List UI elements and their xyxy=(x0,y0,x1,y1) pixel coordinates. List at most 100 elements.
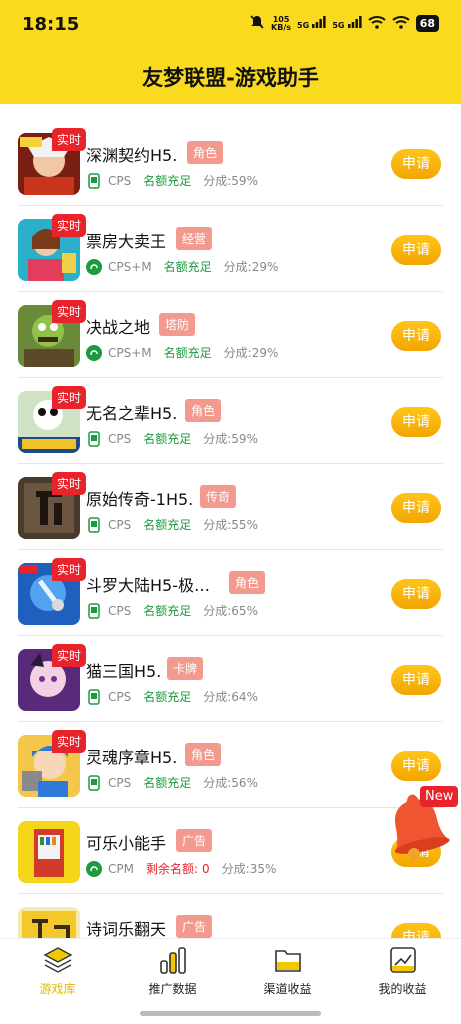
quota-status: 名额充足 xyxy=(143,604,192,618)
quota-status: 名额充足 xyxy=(143,174,192,188)
net-speed-unit: KB/s xyxy=(271,22,292,32)
share-rate: 分成:29% xyxy=(223,260,279,274)
live-badge: 实时 xyxy=(52,558,87,581)
status-time: 18:15 xyxy=(22,14,80,35)
tab-label: 游戏库 xyxy=(39,982,76,996)
live-badge: 实时 xyxy=(52,214,87,237)
phone-icon xyxy=(86,688,102,705)
list-item[interactable]: 实时 决战之地 塔防 CPS+M 名额充足 分成:29% 申请 xyxy=(0,292,461,378)
category-tag: 传奇 xyxy=(200,485,237,508)
channel-label: CPS xyxy=(108,173,132,188)
quota-remaining-label: 剩余名额: xyxy=(145,862,199,876)
wifi-icon xyxy=(392,15,410,32)
game-meta: CPS+M 名额充足 分成:29% xyxy=(86,344,278,361)
game-meta: CPM 剩余名额: 0 分成:35% xyxy=(86,860,276,877)
share-rate: 分成:56% xyxy=(203,776,258,790)
signal-icon: 5G xyxy=(332,16,362,31)
list-item[interactable]: 实时 原始传奇-1H5. 传奇 CPS 名额充足 分成:55% 申请 xyxy=(0,464,461,550)
tab-game-library[interactable]: 游戏库 xyxy=(0,945,115,1001)
share-rate: 分成:59% xyxy=(203,174,258,188)
game-meta: CPS 名额充足 分成:55% xyxy=(86,516,258,533)
phone-icon xyxy=(86,430,102,447)
game-name: 深渊契约H5. xyxy=(86,146,178,165)
quota-remaining-value: 0 xyxy=(202,861,210,876)
apply-button[interactable]: 申请 xyxy=(391,579,441,609)
apply-button[interactable]: 申请 xyxy=(391,493,441,523)
apply-button[interactable]: 申请 xyxy=(391,321,441,351)
apply-button[interactable]: 申请 xyxy=(391,751,441,781)
category-tag: 角色 xyxy=(185,743,222,766)
share-rate: 分成:65% xyxy=(203,604,258,618)
signal-icon: 5G xyxy=(297,16,326,31)
list-item[interactable]: 实时 斗罗大陆H5-极… 角色 CPS 名额充足 分成:65% 申请 xyxy=(0,550,461,636)
game-name: 决战之地 xyxy=(86,318,151,337)
mute-bell-icon xyxy=(249,14,265,33)
list-item[interactable]: 实时 猫三国H5. 卡牌 CPS 名额充足 分成:64% 申请 xyxy=(0,636,461,722)
channel-label: CPS xyxy=(108,431,132,446)
app-header: 18:15 105 KB/s 5G 5G 68 友梦联盟-游戏助手 xyxy=(0,0,461,104)
game-thumbnail xyxy=(18,821,80,883)
channel-label: CPS xyxy=(108,603,132,618)
apply-button[interactable]: 申请 xyxy=(391,149,441,179)
game-name: 无名之辈H5. xyxy=(86,404,178,423)
tab-label: 推广数据 xyxy=(148,982,197,996)
share-rate: 分成:64% xyxy=(203,690,258,704)
list-item[interactable]: 实时 无名之辈H5. 角色 CPS 名额充足 分成:59% 申请 xyxy=(0,378,461,464)
status-icons: 105 KB/s 5G 5G 68 xyxy=(249,14,439,33)
tab-my-earnings[interactable]: 我的收益 xyxy=(345,945,460,1001)
category-tag: 塔防 xyxy=(159,313,196,336)
category-tag: 角色 xyxy=(185,399,222,422)
channel-label: CPS+M xyxy=(108,259,152,274)
live-badge: 实时 xyxy=(52,386,87,409)
list-item[interactable]: 实时 深渊契约H5. 角色 CPS 名额充足 分成:59% 申请 xyxy=(0,120,461,206)
list-item[interactable]: 实时 票房大卖王 经营 CPS+M 名额充足 分成:29% 申请 xyxy=(0,206,461,292)
battery-icon: 68 xyxy=(415,15,439,32)
game-name: 票房大卖王 xyxy=(86,232,167,251)
bar-chart-icon xyxy=(158,945,188,975)
game-meta: CPS 名额充足 分成:59% xyxy=(86,172,258,189)
list-item[interactable]: 诗词乐翻天 广告 申请 xyxy=(0,894,461,938)
category-tag: 经营 xyxy=(176,227,213,250)
apply-button[interactable]: 申请 xyxy=(391,923,441,938)
page-title: 友梦联盟-游戏助手 xyxy=(142,66,319,90)
apply-button[interactable]: 申请 xyxy=(391,407,441,437)
share-rate: 分成:59% xyxy=(203,432,258,446)
new-badge: New xyxy=(420,786,459,807)
category-tag: 角色 xyxy=(229,571,266,594)
trend-icon xyxy=(388,945,418,975)
quota-status: 名额充足 xyxy=(143,690,192,704)
status-bar: 18:15 105 KB/s 5G 5G 68 xyxy=(0,0,461,48)
phone-icon xyxy=(86,602,102,619)
quota-status: 名额充足 xyxy=(163,260,212,274)
live-badge: 实时 xyxy=(52,128,87,151)
signal-2-label: 5G xyxy=(332,21,345,30)
home-indicator[interactable] xyxy=(140,1011,321,1016)
game-meta: CPS 名额充足 分成:64% xyxy=(86,688,258,705)
category-tag: 广告 xyxy=(176,829,213,852)
tab-promotion-data[interactable]: 推广数据 xyxy=(115,945,230,1001)
phone-icon xyxy=(86,172,102,189)
mini-program-icon xyxy=(86,860,102,877)
mini-program-icon xyxy=(86,258,102,275)
category-tag: 广告 xyxy=(176,915,213,938)
quota-status: 名额充足 xyxy=(143,518,192,532)
apply-button[interactable]: 申请 xyxy=(391,235,441,265)
game-meta: CPS+M 名额充足 分成:29% xyxy=(86,258,278,275)
channel-label: CPS+M xyxy=(108,345,152,360)
game-meta: CPS 名额充足 分成:56% xyxy=(86,774,258,791)
tab-channel-revenue[interactable]: 渠道收益 xyxy=(230,945,345,1001)
signal-1-label: 5G xyxy=(297,21,310,30)
live-badge: 实时 xyxy=(52,730,87,753)
net-speed: 105 KB/s xyxy=(271,15,292,32)
game-name: 原始传奇-1H5. xyxy=(86,490,194,509)
game-thumbnail xyxy=(18,907,80,938)
game-name: 诗词乐翻天 xyxy=(86,920,167,938)
stack-icon xyxy=(43,945,73,975)
apply-button[interactable]: 申请 xyxy=(391,665,441,695)
game-name: 猫三国H5. xyxy=(86,662,162,681)
quota-status: 名额充足 xyxy=(163,346,212,360)
game-meta: CPS 名额充足 分成:65% xyxy=(86,602,258,619)
live-badge: 实时 xyxy=(52,472,87,495)
game-name: 斗罗大陆H5-极… xyxy=(86,576,210,595)
phone-icon xyxy=(86,516,102,533)
